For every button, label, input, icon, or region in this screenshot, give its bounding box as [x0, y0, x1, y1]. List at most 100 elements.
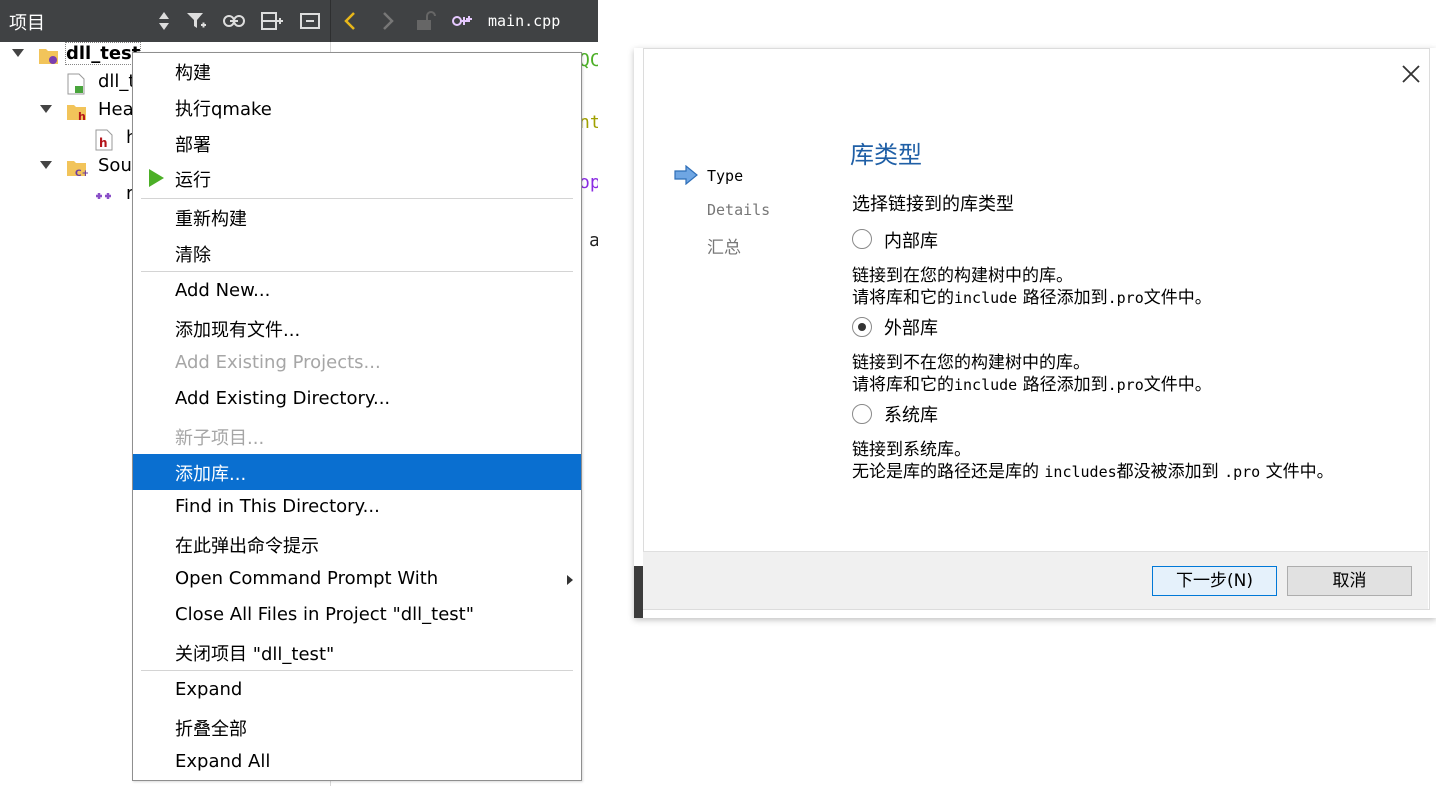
menu-item-run[interactable]: 运行	[133, 160, 581, 196]
tree-item-sources[interactable]: C+ Sou	[36, 154, 132, 182]
menu-item-label: 运行	[175, 170, 211, 191]
chevron-left-icon[interactable]	[339, 9, 363, 33]
wizard-footer: 下一步(N) 取消	[643, 551, 1428, 609]
radio-label-system[interactable]: 系统库	[884, 401, 938, 427]
desc-code: .pro	[1107, 376, 1144, 394]
menu-item-label: 关闭项目 "dll_test"	[175, 644, 335, 665]
add-library-wizard: Type Details 汇总 库类型 选择链接到的库类型 内部库 链接到在您的…	[634, 48, 1436, 618]
menu-item-label: 构建	[175, 63, 211, 84]
menu-item-rebuild[interactable]: 重新构建	[133, 199, 581, 235]
cancel-button[interactable]: 取消	[1287, 566, 1412, 596]
desc-code: include	[954, 376, 1018, 394]
radio-internal-library[interactable]	[852, 229, 872, 249]
link-icon[interactable]	[222, 9, 246, 33]
radio-external-library[interactable]	[852, 317, 872, 337]
desc-text: 文件中。	[1260, 462, 1334, 482]
dialog-background-strip	[634, 566, 643, 618]
menu-item-label: Add Existing Projects...	[175, 352, 381, 373]
menu-item-label: Add Existing Directory...	[175, 388, 391, 409]
header-file-icon: h	[94, 129, 114, 151]
expand-arrow-icon[interactable]	[12, 49, 24, 57]
radio-label-internal[interactable]: 内部库	[884, 227, 938, 253]
wizard-panel: Type Details 汇总 库类型 选择链接到的库类型 内部库 链接到在您的…	[643, 48, 1430, 610]
menu-item-close-all-files[interactable]: Close All Files in Project "dll_test"	[133, 598, 581, 634]
desc-code: .pro	[1107, 289, 1144, 307]
editor-filename[interactable]: main.cpp	[488, 12, 560, 30]
option-description-line2: 请将库和它的include 路径添加到.pro文件中。	[852, 370, 1212, 395]
menu-item-find-in-directory[interactable]: Find in This Directory...	[133, 490, 581, 526]
tree-project-label: dll_test	[64, 42, 142, 65]
menu-item-label: 折叠全部	[175, 719, 247, 740]
projects-pane-title: 项目	[9, 13, 45, 34]
menu-item-label: Add New...	[175, 280, 271, 301]
menu-item-expand[interactable]: Expand	[133, 673, 581, 709]
menu-item-label: Close All Files in Project "dll_test"	[175, 604, 475, 625]
editor-toolbar: main.cpp	[330, 0, 598, 42]
expand-arrow-icon[interactable]	[40, 161, 52, 169]
step-type: Type	[707, 167, 744, 185]
tree-item-label: dll_t	[98, 71, 136, 92]
tree-item-label: Hea	[98, 99, 134, 120]
menu-item-label: 添加库...	[175, 464, 247, 485]
menu-item-add-new[interactable]: Add New...	[133, 274, 581, 310]
desc-text: 路径添加到	[1017, 288, 1108, 308]
code-fragment: a	[589, 230, 598, 251]
desc-text: 都没被添加到	[1116, 462, 1225, 482]
menu-item-label: 执行qmake	[175, 99, 272, 120]
desc-code: .pro	[1224, 463, 1261, 481]
radio-label-external[interactable]: 外部库	[884, 314, 938, 340]
svg-text:h: h	[99, 136, 108, 150]
menu-item-build[interactable]: 构建	[133, 53, 581, 89]
menu-item-add-existing-projects: Add Existing Projects...	[133, 346, 581, 382]
project-folder-icon	[38, 45, 58, 67]
menu-item-clean[interactable]: 清除	[133, 235, 581, 271]
menu-item-label: 添加现有文件...	[175, 320, 301, 341]
menu-item-label: Expand All	[175, 751, 271, 772]
menu-item-new-subproject: 新子项目...	[133, 418, 581, 454]
menu-item-label: 部署	[175, 135, 211, 156]
menu-item-collapse-all[interactable]: 折叠全部	[133, 709, 581, 745]
menu-item-add-library[interactable]: 添加库...	[133, 454, 581, 490]
option-description-line2: 无论是库的路径还是库的 includes都没被添加到 .pro 文件中。	[852, 457, 1334, 482]
headers-folder-icon: h	[66, 101, 86, 123]
tree-item-pro-file[interactable]: dll_t	[60, 70, 136, 98]
svg-text:C+: C+	[75, 169, 88, 179]
tree-item-header-file[interactable]: h h	[88, 126, 137, 154]
menu-separator	[141, 271, 573, 272]
next-button[interactable]: 下一步(N)	[1152, 566, 1277, 596]
filter-icon[interactable]	[184, 9, 208, 33]
menu-item-label: Expand	[175, 679, 243, 700]
close-pane-icon[interactable]	[298, 9, 322, 33]
menu-item-open-command-prompt-here[interactable]: 在此弹出命令提示	[133, 526, 581, 562]
menu-item-label: Open Command Prompt With	[175, 568, 439, 589]
step-summary: 汇总	[707, 238, 741, 258]
radio-system-library[interactable]	[852, 404, 872, 424]
split-add-icon[interactable]	[260, 9, 284, 33]
menu-item-expand-all[interactable]: Expand All	[133, 745, 581, 781]
tree-item-cpp-file[interactable]: r	[90, 182, 133, 210]
menu-item-open-command-prompt-with[interactable]: Open Command Prompt With	[133, 562, 581, 598]
menu-item-label: Find in This Directory...	[175, 496, 380, 517]
chevron-right-icon[interactable]	[375, 9, 399, 33]
expand-arrow-icon[interactable]	[40, 105, 52, 113]
tree-item-label: Sou	[98, 155, 132, 176]
close-icon[interactable]	[1400, 63, 1422, 85]
current-step-arrow-icon	[674, 165, 698, 185]
run-icon	[147, 168, 165, 188]
page-title: 库类型	[850, 141, 922, 169]
page-prompt: 选择链接到的库类型	[852, 194, 1014, 215]
menu-item-run-qmake[interactable]: 执行qmake	[133, 89, 581, 125]
menu-item-close-project[interactable]: 关闭项目 "dll_test"	[133, 634, 581, 670]
sort-updown-icon[interactable]	[152, 9, 176, 33]
menu-item-add-existing-directory[interactable]: Add Existing Directory...	[133, 382, 581, 418]
menu-item-label: 新子项目...	[175, 428, 265, 449]
menu-item-label: 在此弹出命令提示	[175, 536, 319, 557]
tree-item-headers[interactable]: h Hea	[36, 98, 134, 126]
menu-item-add-existing-files[interactable]: 添加现有文件...	[133, 310, 581, 346]
menu-item-label: 清除	[175, 245, 211, 266]
desc-text: 请将库和它的	[852, 288, 954, 308]
desc-text: 文件中。	[1143, 288, 1212, 308]
desc-text: 请将库和它的	[852, 375, 954, 395]
menu-item-deploy[interactable]: 部署	[133, 125, 581, 161]
step-details: Details	[707, 201, 771, 219]
